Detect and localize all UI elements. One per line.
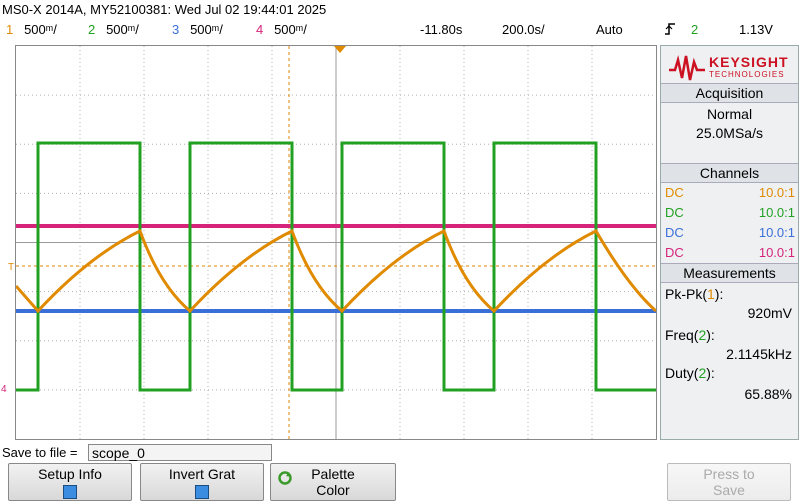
- press-to-save-button[interactable]: Press to Save: [667, 463, 791, 501]
- trigger-source[interactable]: 2: [691, 22, 698, 37]
- ch4-scale[interactable]: 4 500ᵐ/: [256, 22, 307, 37]
- ch2-scale[interactable]: 2 500ᵐ/: [88, 22, 139, 37]
- acquisition-heading: Acquisition: [661, 83, 798, 103]
- time-scale[interactable]: 200.0s/: [502, 22, 545, 37]
- measurement-label-freq: Freq(2):: [665, 327, 715, 343]
- waveform-display[interactable]: [14, 45, 657, 440]
- invert-grat-label: Invert Grat: [168, 466, 236, 482]
- filename-field[interactable]: scope_0: [88, 444, 272, 461]
- channel-row-4: DC 10.0:1: [665, 245, 795, 260]
- waveform-svg: [14, 46, 657, 439]
- invert-grat-button[interactable]: Invert Grat: [140, 463, 264, 501]
- channel-row-3: DC 10.0:1: [665, 225, 795, 240]
- measurement-label-pkpk: Pk-Pk(1):: [665, 286, 724, 302]
- logo-sub: TECHNOLOGIES: [709, 70, 785, 79]
- setup-info-button[interactable]: Setup Info: [8, 463, 132, 501]
- channels-heading: Channels: [661, 163, 798, 183]
- trigger-level[interactable]: 1.13V: [739, 22, 773, 37]
- trigger-mode[interactable]: Auto: [596, 22, 623, 37]
- window-title: MS0-X 2014A, MY52100381: Wed Jul 02 19:4…: [2, 2, 327, 17]
- channel-row-2: DC 10.0:1: [665, 205, 795, 220]
- invert-grat-checkbox[interactable]: [195, 485, 209, 499]
- side-panel: KEYSIGHT TECHNOLOGIES Acquisition Normal…: [660, 45, 799, 440]
- trigger-edge-icon: [664, 22, 676, 39]
- logo-name: KEYSIGHT: [709, 54, 789, 70]
- channel-row-1: DC 10.0:1: [665, 185, 795, 200]
- press-to-save-label: Press to: [703, 466, 755, 482]
- ch1-scale[interactable]: 1 500ᵐ/: [6, 22, 57, 37]
- cycle-arrow-icon: [277, 470, 293, 489]
- ch3-scale[interactable]: 3 500ᵐ/: [172, 22, 223, 37]
- keysight-logo: KEYSIGHT TECHNOLOGIES: [667, 50, 793, 86]
- measurement-value-pkpk: 920mV: [747, 305, 792, 321]
- trigger-level-marker: T: [8, 262, 15, 273]
- ch4-ground-marker: 4: [1, 384, 7, 395]
- measurements-heading: Measurements: [661, 263, 798, 283]
- measurement-value-freq: 2.1145kHz: [726, 346, 792, 362]
- measurement-value-duty: 65.88%: [744, 386, 792, 402]
- palette-button[interactable]: Palette Color: [270, 463, 396, 501]
- measurement-label-duty: Duty(2):: [665, 365, 715, 381]
- setup-info-label: Setup Info: [38, 466, 102, 482]
- acquisition-mode: Normal: [706, 106, 753, 122]
- setup-info-checkbox[interactable]: [63, 485, 77, 499]
- sample-rate: 25.0MSa/s: [696, 125, 763, 141]
- save-to-file-label: Save to file =: [2, 445, 78, 460]
- time-offset[interactable]: -11.80s: [420, 22, 462, 37]
- press-to-save-sub: Save: [713, 482, 745, 498]
